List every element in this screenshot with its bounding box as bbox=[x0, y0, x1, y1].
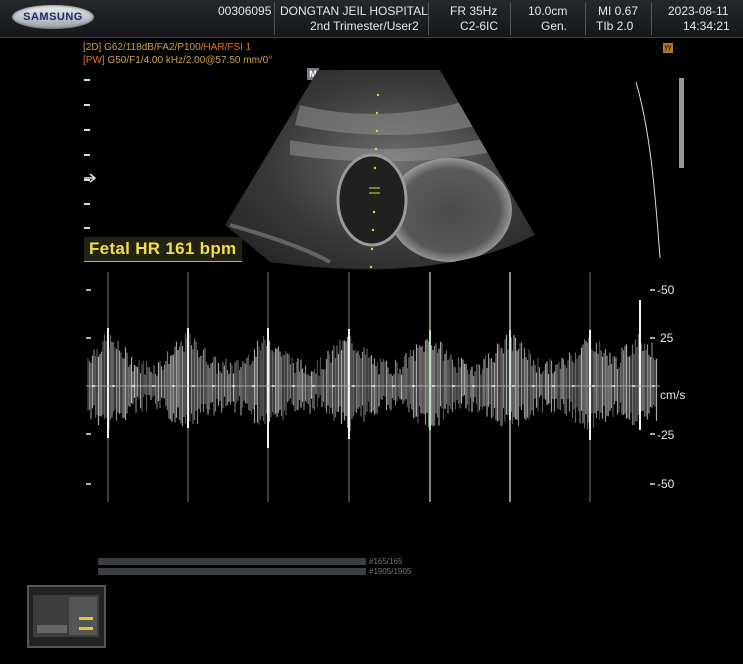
scale-unit: cm/s bbox=[660, 388, 686, 402]
scale-label-lower: -25 bbox=[657, 428, 675, 442]
doppler-spectrum bbox=[86, 272, 660, 502]
scale-label-upper: 25 bbox=[660, 331, 674, 345]
cine-frame-pw: #1905/1905 bbox=[369, 567, 412, 576]
scale-label-top: -50 bbox=[657, 283, 675, 297]
tgc-curve bbox=[635, 81, 661, 259]
cine-frame-2d: #165/165 bbox=[369, 557, 403, 566]
cine-bar-pw[interactable] bbox=[98, 568, 366, 575]
cine-bar-2d[interactable] bbox=[98, 558, 366, 565]
scale-label-bottom: -50 bbox=[657, 477, 675, 491]
b-mode-sector bbox=[225, 70, 535, 270]
depth-ticks bbox=[84, 79, 90, 229]
fetal-hr-measurement[interactable]: Fetal HR 161 bpm bbox=[84, 237, 243, 262]
thumbnail-image[interactable] bbox=[27, 585, 106, 648]
grayscale-bar bbox=[679, 78, 684, 168]
